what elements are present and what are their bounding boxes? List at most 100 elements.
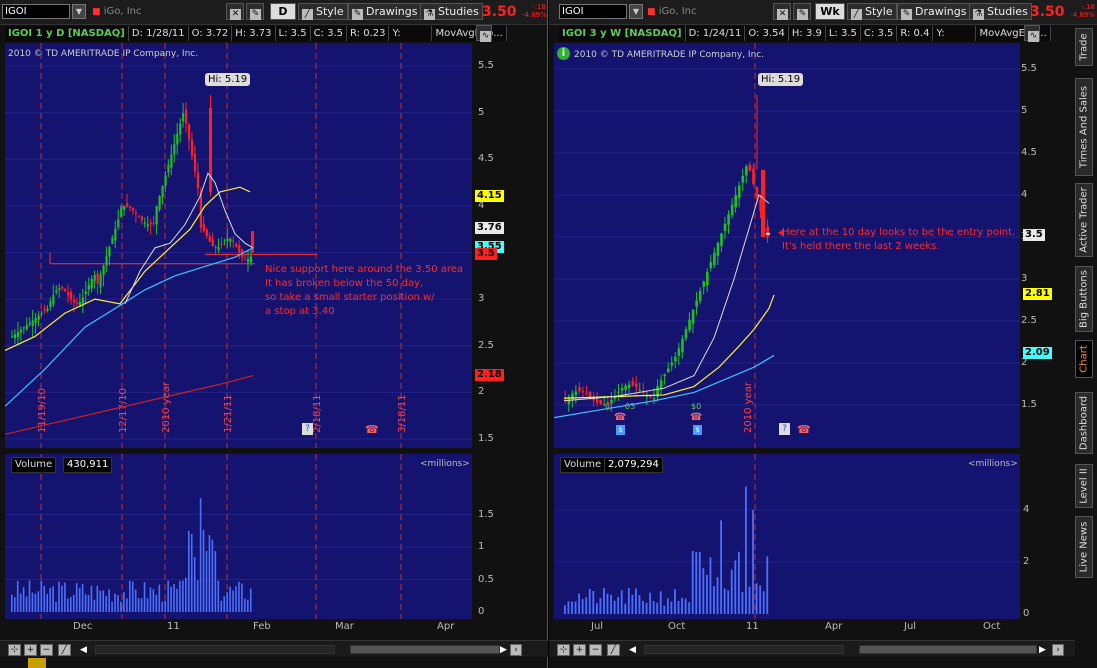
question-event-icon[interactable]: ?	[302, 423, 313, 435]
zoom-in-button[interactable]: +	[24, 644, 37, 656]
zoom-out-button[interactable]: −	[40, 644, 53, 656]
style-button[interactable]: ╱ Style	[298, 3, 348, 20]
volume-bar	[681, 597, 683, 614]
zoom-in-button[interactable]: +	[573, 644, 586, 656]
symbol-dropdown-button[interactable]: ▼	[629, 4, 643, 19]
volume-bar	[688, 602, 691, 614]
zoom-out-button[interactable]: −	[589, 644, 602, 656]
earnings-phone-icon[interactable]: ☎	[365, 423, 379, 436]
volume-bar	[152, 589, 155, 612]
draw-line-button[interactable]: ╱	[58, 644, 71, 656]
earnings-phone-icon[interactable]: ☎	[614, 412, 626, 423]
price-axis-tick: 5.5	[1021, 63, 1037, 74]
candle-body	[117, 219, 120, 228]
volume-bar	[72, 594, 75, 612]
tab-label: Big Buttons	[1078, 270, 1090, 328]
volume-bar	[574, 601, 577, 614]
scroll-track[interactable]	[95, 645, 335, 654]
candle-body	[755, 187, 759, 198]
tab-dashboard[interactable]: Dashboard	[1075, 392, 1093, 454]
info-icon[interactable]: i	[557, 47, 570, 60]
volume-bar	[247, 599, 249, 612]
tab-active-trader[interactable]: Active Trader	[1075, 183, 1093, 257]
tab-times-and-sales[interactable]: Times And Sales	[1075, 78, 1093, 176]
candle-body	[105, 256, 108, 266]
tab-chart[interactable]: Chart	[1075, 340, 1093, 378]
settings-tool-button[interactable]: ✎	[246, 3, 264, 20]
dividend-icon[interactable]: $	[693, 425, 702, 435]
chart-settings-button[interactable]: ∿	[1024, 25, 1040, 42]
scroll-end-button[interactable]: ›	[510, 644, 522, 656]
volume-bar	[16, 581, 19, 612]
candle-body	[111, 237, 114, 245]
scroll-left-icon[interactable]: ◀	[629, 645, 636, 655]
candle-body	[11, 336, 14, 338]
volume-bar	[698, 551, 701, 614]
settings-tool-button[interactable]: ✎	[793, 3, 811, 20]
scroll-track[interactable]	[644, 645, 844, 654]
tab-big-buttons[interactable]: Big Buttons	[1075, 266, 1093, 332]
scroll-end-button[interactable]: ›	[1052, 644, 1064, 656]
price-chart[interactable]: 2010 year i 2010 © TD AMERITRADE IP Comp…	[554, 43, 1020, 448]
dividend-icon[interactable]: $	[616, 425, 625, 435]
volume-chart[interactable]: Volume 2,079,294 <millions>	[554, 454, 1020, 619]
volume-bar	[64, 582, 66, 612]
volume-bar	[105, 595, 107, 612]
question-event-icon[interactable]: ?	[779, 423, 790, 435]
zoom-fit-button[interactable]: ⊹	[557, 644, 570, 656]
style-button[interactable]: ╱ Style	[847, 3, 897, 20]
scroll-left-icon[interactable]: ◀	[80, 645, 87, 655]
candle-body	[610, 399, 613, 404]
tab-trade[interactable]: Trade	[1075, 28, 1093, 66]
volume-value: 430,911	[63, 457, 113, 473]
zoom-fit-button[interactable]: ⊹	[8, 644, 21, 656]
chart-panel-daily: IGOI ▼ ■ iGo, Inc ✕ ✎ D ╱ Style ✎ Drawings…	[0, 0, 548, 668]
change-percent: -4.89%	[522, 11, 547, 19]
volume-bar	[603, 588, 605, 614]
volume-bar	[143, 582, 146, 612]
candle-body	[716, 243, 720, 257]
candle-body	[624, 385, 627, 390]
draw-line-button[interactable]: ╱	[607, 644, 620, 656]
symbol-input[interactable]: IGOI	[2, 4, 70, 19]
symbol-dropdown-button[interactable]: ▼	[72, 4, 86, 19]
earnings-phone-icon[interactable]: ☎	[797, 423, 811, 436]
candle-body	[67, 291, 70, 296]
studies-button[interactable]: ⚗ Studies	[420, 3, 483, 20]
studies-button[interactable]: ⚗ Studies	[969, 3, 1032, 20]
time-axis-tick: Oct	[668, 621, 686, 632]
period-button[interactable]: D	[270, 3, 296, 20]
price-chart[interactable]: 11/19/10 12/17/10 2010 year 1/21/11 2/18/11 3…	[5, 43, 472, 448]
scroll-right-icon[interactable]: ▶	[500, 645, 507, 655]
scroll-right-icon[interactable]: ▶	[1039, 645, 1046, 655]
volume-bar	[49, 587, 51, 612]
candle-body	[706, 271, 709, 286]
scroll-thumb[interactable]	[859, 645, 1037, 654]
volume-bar	[13, 597, 16, 612]
earnings-phone-icon[interactable]: ☎	[690, 412, 702, 423]
period-button[interactable]: Wk	[815, 3, 845, 20]
tab-label: Times And Sales	[1078, 85, 1090, 169]
volume-chart[interactable]: Volume 430,911 <millions>	[5, 454, 472, 619]
drawings-button[interactable]: ✎ Drawings	[348, 3, 422, 20]
collapse-handle[interactable]	[28, 658, 46, 668]
chart-icon: ∿	[1028, 31, 1039, 42]
tab-level-ii[interactable]: Level II	[1075, 464, 1093, 508]
candle-body	[652, 398, 656, 400]
volume-bar	[759, 585, 762, 614]
drawings-button[interactable]: ✎ Drawings	[897, 3, 971, 20]
crosshair-tool-button[interactable]: ✕	[773, 3, 791, 20]
tab-live-news[interactable]: Live News	[1075, 516, 1093, 578]
company-name-text: iGo, Inc	[103, 6, 142, 17]
tab-label: Chart	[1078, 345, 1090, 373]
crosshair-tool-button[interactable]: ✕	[226, 3, 244, 20]
candle-body	[161, 185, 164, 198]
chart-settings-button[interactable]: ∿	[476, 25, 492, 42]
volume-chart-svg	[554, 454, 1020, 619]
volume-bar	[205, 550, 208, 612]
volume-bar	[666, 598, 669, 614]
volume-bar	[52, 586, 54, 612]
scroll-thumb[interactable]	[350, 645, 500, 654]
volume-bar	[102, 590, 105, 612]
symbol-input[interactable]: IGOI	[559, 4, 627, 19]
